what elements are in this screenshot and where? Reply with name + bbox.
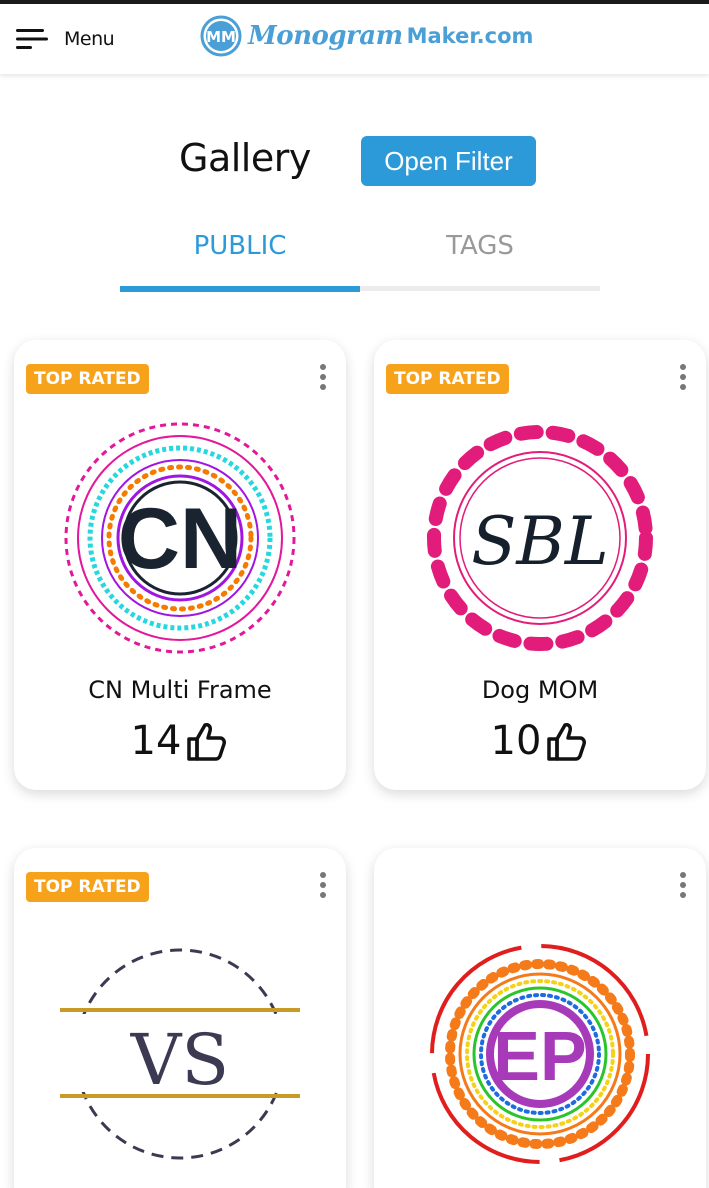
design-card[interactable]: TOP RATED SBL Dog MOM 10	[374, 340, 706, 790]
more-options-icon[interactable]	[316, 364, 330, 396]
top-rated-badge: TOP RATED	[26, 872, 149, 902]
monogram-preview-image: CN	[64, 422, 296, 654]
gallery-tabs: PUBLIC TAGS	[120, 222, 600, 292]
likes: 14	[14, 718, 346, 764]
like-count: 14	[130, 718, 182, 764]
more-options-icon[interactable]	[676, 364, 690, 396]
thumbs-up-icon[interactable]	[545, 719, 589, 763]
design-name: Dog MOM	[481, 676, 599, 704]
tab-active-indicator	[120, 286, 360, 292]
top-rated-badge: TOP RATED	[386, 364, 509, 394]
logo-script-text: Monogram	[248, 21, 403, 51]
top-rated-badge: TOP RATED	[26, 364, 149, 394]
monogram-preview-image: EP	[430, 944, 650, 1164]
design-card[interactable]: TOP RATED CN CN Multi Frame 14	[14, 340, 346, 790]
design-card[interactable]: TOP RATED VS	[14, 848, 346, 1188]
site-logo[interactable]: MM Monogram Maker.com	[200, 13, 533, 59]
thumbs-up-icon[interactable]	[185, 719, 229, 763]
open-filter-button[interactable]: Open Filter	[361, 136, 536, 186]
tab-tags[interactable]: TAGS	[360, 222, 600, 270]
logo-mark-icon: MM	[200, 15, 242, 57]
hamburger-icon	[16, 29, 48, 49]
logo-mark-text: MM	[206, 28, 236, 46]
app-header: Menu MM Monogram Maker.com	[0, 4, 709, 74]
design-name: CN Multi Frame	[88, 676, 272, 704]
tab-public[interactable]: PUBLIC	[120, 222, 360, 270]
logo-domain-text: Maker.com	[406, 24, 534, 48]
monogram-initials: EP	[493, 1017, 586, 1095]
monogram-preview-image: VS	[60, 948, 300, 1160]
monogram-initials: SBL	[471, 503, 609, 580]
monogram-initials: CN	[118, 491, 242, 587]
more-options-icon[interactable]	[316, 872, 330, 904]
design-card[interactable]: EP	[374, 848, 706, 1188]
page-title: Gallery	[179, 136, 311, 180]
like-count: 10	[490, 718, 542, 764]
menu-label: Menu	[64, 28, 115, 50]
monogram-initials: VS	[130, 1019, 230, 1101]
likes: 10	[374, 718, 706, 764]
more-options-icon[interactable]	[676, 872, 690, 904]
menu-button[interactable]: Menu	[16, 22, 115, 56]
monogram-preview-image: SBL	[427, 425, 653, 651]
